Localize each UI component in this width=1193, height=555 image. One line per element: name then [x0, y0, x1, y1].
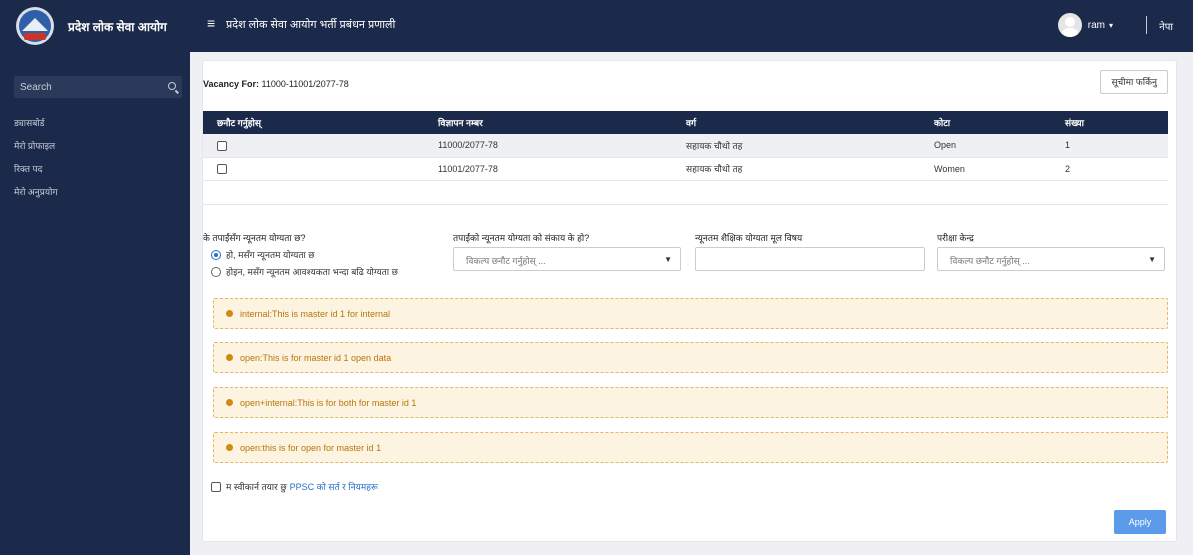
- search-icon[interactable]: [168, 82, 176, 90]
- exam-center-select[interactable]: विकल्प छनौट गर्नुहोस् ... ▼: [937, 247, 1165, 271]
- row-checkbox[interactable]: [217, 163, 227, 174]
- radio-label: हो, मसँग न्यूनतम योग्यता छ: [226, 250, 315, 260]
- ad-number-cell: 11000/2077-78: [424, 134, 672, 158]
- ad-number-cell: 11001/2077-78: [424, 157, 672, 181]
- main-card: Vacancy For: 11000-11001/2077-78 सूचीमा …: [202, 60, 1177, 542]
- row-checkbox[interactable]: [217, 140, 227, 151]
- terms-link[interactable]: PPSC को सर्त र नियमहरू: [290, 480, 378, 493]
- alert-text: internal:This is master id 1 for interna…: [240, 309, 391, 319]
- radio-yes-min-qualification[interactable]: हो, मसँग न्यूनतम योग्यता छ: [211, 248, 315, 261]
- emblem-logo: [16, 7, 54, 45]
- col-ad-number: विज्ञापन नम्बर: [438, 118, 483, 128]
- radio-button[interactable]: [211, 266, 221, 277]
- bullet-icon: [226, 354, 233, 361]
- vacancy-code: 11000-11001/2077-78: [261, 79, 349, 89]
- info-alert: open+internal:This is for both for maste…: [213, 387, 1168, 418]
- col-category: वर्ग: [686, 118, 697, 128]
- brand[interactable]: प्रदेश लोक सेवा आयोग: [0, 0, 190, 52]
- sidebar: Search ड्यासबोर्ड मेरो प्रोफाइल रिक्त पद…: [0, 52, 190, 555]
- chevron-down-icon: ▼: [664, 255, 672, 264]
- col-count: संख्या: [1065, 118, 1084, 128]
- table-header-row: छनौट गर्नुहोस् विज्ञापन नम्बर वर्ग कोटा …: [203, 111, 1168, 134]
- bullet-icon: [226, 399, 233, 406]
- main-subject-input[interactable]: [695, 247, 925, 271]
- vacancy-prefix: Vacancy For:: [203, 79, 260, 89]
- col-quota: कोटा: [934, 118, 951, 128]
- faculty-label: तपाईंको न्यूनतम योग्यता को संकाय के हो?: [453, 233, 590, 243]
- quota-cell: Open: [920, 134, 1051, 158]
- sidebar-item-dashboard[interactable]: ड्यासबोर्ड: [14, 112, 58, 135]
- section-divider: [203, 204, 1168, 205]
- category-cell: सहायक चौथो तह: [672, 134, 920, 158]
- main-subject-label: न्यूनतम शैक्षिक योग्यता मूल विषय: [695, 233, 803, 243]
- radio-label: होइन, मसँग न्यूनतम आवश्यकता भन्दा बढि यो…: [226, 267, 398, 277]
- min-qualification-label: के तपाईंसँग न्यूनतम योग्यता छ?: [203, 233, 306, 243]
- org-name: प्रदेश लोक सेवा आयोग: [68, 19, 167, 34]
- user-name[interactable]: ram: [1088, 20, 1105, 31]
- faculty-select[interactable]: विकल्प छनौट गर्नुहोस् ... ▼: [453, 247, 681, 271]
- quota-cell: Women: [920, 157, 1051, 181]
- menu-toggle-icon[interactable]: ≡: [207, 15, 215, 31]
- header-divider: [1146, 16, 1147, 34]
- avatar[interactable]: [1057, 13, 1082, 37]
- faculty-select-value: विकल्प छनौट गर्नुहोस् ...: [466, 256, 546, 266]
- back-to-list-button[interactable]: सूचीमा फर्किनु: [1100, 70, 1168, 94]
- vacancy-table: छनौट गर्नुहोस् विज्ञापन नम्बर वर्ग कोटा …: [203, 111, 1168, 181]
- table-row: 11001/2077-78 सहायक चौथो तह Women 2: [203, 157, 1168, 181]
- alert-text: open+internal:This is for both for maste…: [240, 398, 417, 408]
- apply-button[interactable]: Apply: [1114, 510, 1166, 534]
- vacancy-heading: Vacancy For: 11000-11001/2077-78: [203, 79, 349, 89]
- info-alert: open:This is for master id 1 open data: [213, 342, 1168, 373]
- chevron-down-icon: ▼: [1148, 255, 1156, 264]
- info-alert: open:this is for open for master id 1: [213, 432, 1168, 463]
- terms-agreement: म स्वीकार्न तयार छु PPSC को सर्त र नियमह…: [211, 480, 378, 493]
- count-cell: 1: [1051, 134, 1168, 158]
- terms-text: म स्वीकार्न तयार छु: [226, 482, 287, 492]
- sidebar-item-applications[interactable]: मेरो अनुप्रयोग: [14, 181, 58, 204]
- top-navbar: प्रदेश लोक सेवा आयोग ≡ प्रदेश लोक सेवा आ…: [0, 0, 1193, 52]
- exam-center-label: परीक्षा केन्द्र: [937, 233, 974, 243]
- user-menu[interactable]: ram ▾: [1057, 13, 1113, 37]
- table-row: 11000/2077-78 सहायक चौथो तह Open 1: [203, 134, 1168, 158]
- search-input[interactable]: Search: [14, 76, 182, 98]
- alert-text: open:this is for open for master id 1: [240, 443, 382, 453]
- search-placeholder: Search: [20, 82, 52, 93]
- chevron-down-icon[interactable]: ▾: [1109, 21, 1113, 30]
- category-cell: सहायक चौथो तह: [672, 157, 920, 181]
- radio-button-selected[interactable]: [211, 249, 221, 260]
- sidebar-item-profile[interactable]: मेरो प्रोफाइल: [14, 135, 58, 158]
- app-title: प्रदेश लोक सेवा आयोग भर्ती प्रबंधन प्रणा…: [226, 19, 396, 31]
- count-cell: 2: [1051, 157, 1168, 181]
- sidebar-item-vacancies[interactable]: रिक्त पद: [14, 158, 58, 181]
- bullet-icon: [226, 444, 233, 451]
- col-select: छनौट गर्नुहोस्: [217, 118, 261, 128]
- radio-no-higher-qualification[interactable]: होइन, मसँग न्यूनतम आवश्यकता भन्दा बढि यो…: [211, 265, 398, 278]
- bullet-icon: [226, 310, 233, 317]
- language-switch[interactable]: नेपा: [1159, 19, 1173, 33]
- sidebar-nav: ड्यासबोर्ड मेरो प्रोफाइल रिक्त पद मेरो अ…: [14, 112, 58, 204]
- terms-checkbox[interactable]: [211, 481, 221, 492]
- alert-text: open:This is for master id 1 open data: [240, 353, 392, 363]
- info-alert: internal:This is master id 1 for interna…: [213, 298, 1168, 329]
- exam-center-select-value: विकल्प छनौट गर्नुहोस् ...: [950, 256, 1030, 266]
